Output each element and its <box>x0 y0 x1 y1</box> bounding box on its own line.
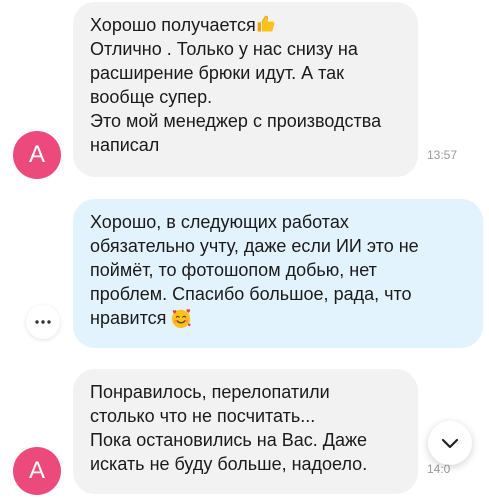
sender-avatar[interactable]: A <box>13 131 61 179</box>
sender-avatar[interactable]: A <box>13 447 61 495</box>
message-line: искать не буду больше, надоело. <box>90 454 368 474</box>
smiling-face-with-hearts-icon <box>172 309 191 329</box>
scroll-to-bottom-button[interactable] <box>428 421 472 465</box>
outgoing-message-bubble[interactable]: Хорошо, в следующих работах обязательно … <box>73 199 483 348</box>
more-horizontal-icon <box>35 320 51 324</box>
message-timestamp: 13:57 <box>427 148 458 162</box>
message-line: Пока остановились на Вас. Даже <box>90 430 368 450</box>
message-line: Это мой менеджер с производства <box>90 111 382 131</box>
message-line: нравится <box>90 308 167 328</box>
message-line: обязательно учту, даже если ИИ это не <box>90 236 419 256</box>
message-line: Хорошо получается <box>90 15 256 35</box>
message-line: Отлично . Только у нас снизу на <box>90 39 358 59</box>
message-line: написал <box>90 135 160 155</box>
message-line: поймёт, то фотошопом добью, нет <box>90 260 377 280</box>
message-line: Понравилось, перелопатили <box>90 382 330 402</box>
avatar-letter: A <box>28 457 45 484</box>
incoming-message-bubble[interactable]: Понравилось, перелопатили столько что не… <box>73 369 418 494</box>
message-line: столько что не посчитать... <box>90 406 316 426</box>
incoming-message-bubble[interactable]: Хорошо получается Отлично . Только у нас… <box>73 2 418 177</box>
avatar-letter: A <box>28 141 45 168</box>
message-line: Хорошо, в следующих работах <box>90 212 349 232</box>
message-line: вообще супер. <box>90 87 213 107</box>
message-line: проблем. Спасибо большое, рада, что <box>90 284 412 304</box>
message-more-button[interactable] <box>26 305 60 339</box>
chevron-down-icon <box>441 438 459 448</box>
message-line: расширение брюки идут. А так <box>90 63 345 83</box>
thumbs-up-icon <box>257 15 275 32</box>
